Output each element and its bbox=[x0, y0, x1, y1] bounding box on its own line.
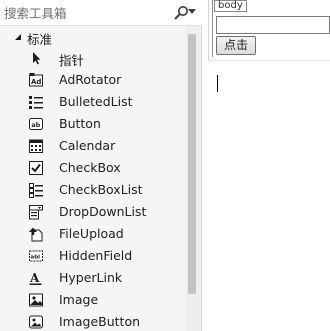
toolbox-item-imagebutton[interactable]: ImageButton bbox=[0, 311, 186, 331]
toolbox-item-button[interactable]: ab Button bbox=[0, 113, 186, 135]
toolbox-item-calendar[interactable]: Calendar bbox=[0, 135, 186, 157]
image-icon bbox=[29, 293, 43, 307]
toolbox-item-checkboxlist[interactable]: CheckBoxList bbox=[0, 179, 186, 201]
toolbox-item-label: CheckBoxList bbox=[59, 182, 143, 197]
toolbox-panel: 标准 指针 Ad AdRotator BulletedList bbox=[0, 0, 202, 331]
checkbox-icon bbox=[29, 161, 43, 175]
toolbox-item-checkbox[interactable]: CheckBox bbox=[0, 157, 186, 179]
button-icon: ab bbox=[29, 118, 43, 130]
svg-text:abl: abl bbox=[31, 255, 41, 261]
bulletedlist-icon bbox=[29, 96, 43, 109]
expand-arrow-icon[interactable] bbox=[14, 33, 22, 41]
group-label: 标准 bbox=[27, 32, 53, 47]
toolbox-search-input[interactable] bbox=[4, 3, 164, 23]
click-button[interactable]: 点击 bbox=[216, 36, 256, 55]
toolbox-item-label: HyperLink bbox=[59, 270, 123, 285]
hyperlink-icon: A bbox=[29, 271, 42, 285]
toolbox-item-label: BulletedList bbox=[59, 94, 133, 109]
toolbox-item-fileupload[interactable]: FileUpload bbox=[0, 223, 186, 245]
toolbox-item-image[interactable]: Image bbox=[0, 289, 186, 311]
svg-text:ab: ab bbox=[31, 121, 40, 129]
toolbox-item-adrotator[interactable]: Ad AdRotator bbox=[0, 69, 186, 91]
calendar-icon bbox=[29, 139, 43, 153]
chevron-down-icon[interactable] bbox=[188, 9, 196, 15]
toolbox-item-bulletedlist[interactable]: BulletedList bbox=[0, 91, 186, 113]
toolbox-item-label: 指针 bbox=[59, 53, 85, 68]
toolbox-item-label: CheckBox bbox=[59, 160, 121, 175]
toolbox-search-box bbox=[0, 0, 202, 26]
design-guide-horizontal bbox=[208, 60, 330, 61]
toolbox-item-hiddenfield[interactable]: abl HiddenField bbox=[0, 245, 186, 267]
imagebutton-icon bbox=[29, 315, 43, 329]
hiddenfield-icon: abl bbox=[29, 250, 43, 262]
checkboxlist-icon bbox=[29, 183, 43, 198]
toolbox-item-pointer[interactable]: 指针 bbox=[0, 47, 186, 69]
toolbox-item-dropdownlist[interactable]: DropDownList bbox=[0, 201, 186, 223]
toolbox-item-label: AdRotator bbox=[59, 72, 122, 87]
text-cursor bbox=[217, 75, 218, 92]
toolbox-items: 指针 Ad AdRotator BulletedList ab Button C… bbox=[0, 47, 186, 331]
toolbox-item-label: FileUpload bbox=[59, 226, 124, 241]
toolbox-item-label: Image bbox=[59, 292, 99, 307]
toolbox-item-hyperlink[interactable]: A HyperLink bbox=[0, 267, 186, 289]
fileupload-icon bbox=[29, 227, 43, 242]
toolbox-item-label: Button bbox=[59, 116, 101, 131]
toolbox-item-label: ImageButton bbox=[59, 314, 141, 329]
design-guide-vertical bbox=[208, 0, 209, 60]
toolbox-scroll-thumb[interactable] bbox=[188, 34, 196, 294]
svg-text:Ad: Ad bbox=[31, 78, 41, 86]
adrotator-icon: Ad bbox=[29, 73, 43, 87]
body-tag-label[interactable]: body bbox=[214, 0, 247, 12]
svg-text:A: A bbox=[29, 271, 40, 285]
toolbox-item-label: Calendar bbox=[59, 138, 116, 153]
dropdownlist-icon bbox=[29, 205, 43, 220]
design-textbox[interactable] bbox=[216, 16, 330, 34]
pointer-icon bbox=[33, 52, 41, 65]
toolbox-item-label: DropDownList bbox=[59, 204, 147, 219]
toolbox-item-label: HiddenField bbox=[59, 248, 133, 263]
